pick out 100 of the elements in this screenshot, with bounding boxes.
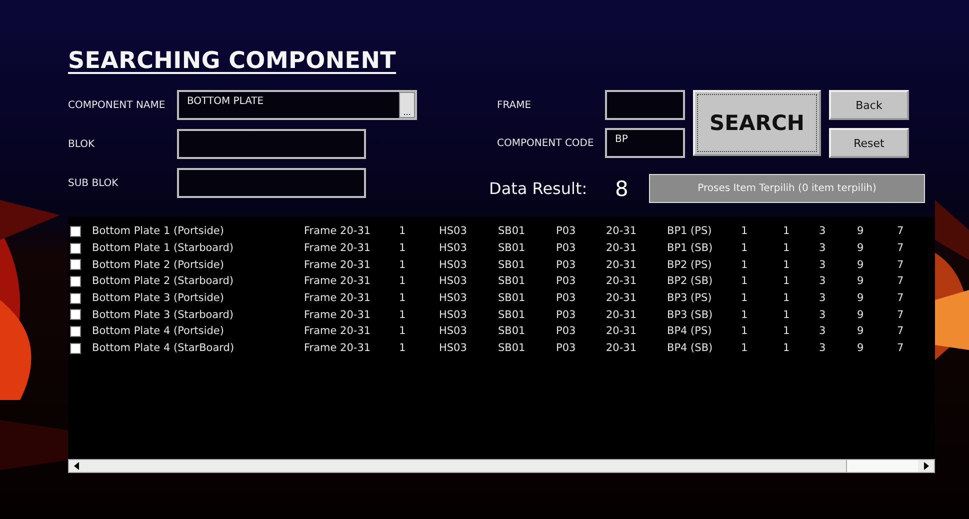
table-cell-text: 20-31 xyxy=(606,292,638,304)
left-arrow-icon[interactable] xyxy=(74,462,80,470)
table-cell-text: 1 xyxy=(741,242,749,254)
table-cell-text: SB01 xyxy=(498,242,526,254)
table-cell-text: P03 xyxy=(556,258,577,271)
table-cell-text: 1 xyxy=(783,225,791,238)
text-field[interactable] xyxy=(177,129,366,159)
table-cell-text: 3 xyxy=(819,325,827,338)
table-cell-text: 9 xyxy=(857,325,865,338)
table-cell-text: 20-31 xyxy=(606,225,638,238)
row-checkbox[interactable] xyxy=(70,309,81,320)
table-cell-text: Frame 20-31 xyxy=(304,325,372,338)
table-cell-text: BP4 (SB) xyxy=(667,342,714,354)
table-cell-text: 3 xyxy=(819,242,827,254)
table-cell-text: 9 xyxy=(857,275,865,288)
table-cell-text: HS03 xyxy=(439,342,468,354)
row-checkbox[interactable] xyxy=(70,276,81,287)
table-cell-text: BP4 (PS) xyxy=(667,325,713,338)
table-cell-text: 1 xyxy=(399,258,407,271)
table-cell-text: Frame 20-31 xyxy=(304,342,372,354)
table-cell-text: 1 xyxy=(399,342,407,354)
table-cell-text: Bottom Plate 4 (Portside) xyxy=(92,325,225,338)
table-cell-text: 1 xyxy=(783,275,791,288)
table-cell-text: Bottom Plate 2 (Starboard) xyxy=(92,275,235,288)
table-cell-text: SB01 xyxy=(498,292,526,304)
row-checkbox[interactable] xyxy=(70,226,81,237)
table-cell-text: 1 xyxy=(741,225,749,238)
table-cell-text: 1 xyxy=(783,292,791,304)
back-button[interactable]: Back xyxy=(829,90,909,120)
result-label: Data Result: xyxy=(489,179,588,198)
table-cell-text: Bottom Plate 3 (Starboard) xyxy=(92,308,235,321)
table-cell-text: Frame 20-31 xyxy=(304,225,372,238)
table-cell-text: HS03 xyxy=(439,242,468,254)
table-cell-text: BP1 (PS) xyxy=(667,225,713,238)
search-button[interactable]: SEARCH xyxy=(693,90,821,156)
table-cell-text: BP3 (PS) xyxy=(667,292,713,304)
table-cell-text: 20-31 xyxy=(606,308,638,321)
table-cell-text: 1 xyxy=(783,242,791,254)
table-cell-text: 7 xyxy=(897,292,905,304)
table-cell-text: 1 xyxy=(783,342,791,354)
table-cell-text: 20-31 xyxy=(606,275,638,288)
table-cell-text: HS03 xyxy=(439,258,468,271)
table-cell-text: P03 xyxy=(556,325,577,338)
table-cell-text: 1 xyxy=(741,308,749,321)
row-checkbox[interactable] xyxy=(70,326,81,337)
row-checkbox[interactable] xyxy=(70,259,81,270)
table-cell-text: 1 xyxy=(741,275,749,288)
table-cell-text: 9 xyxy=(857,342,865,354)
field-label: COMPONENT CODE xyxy=(497,138,595,148)
table-cell-text: BP3 (SB) xyxy=(667,308,714,321)
right-arrow-icon[interactable] xyxy=(923,462,929,470)
text-field[interactable]: BOTTOM PLATE ... xyxy=(177,90,417,120)
field-label: FRAME xyxy=(497,100,532,110)
table-cell-text: 1 xyxy=(399,275,407,288)
table-cell-text: 7 xyxy=(897,342,905,354)
table-cell-text: BP2 (SB) xyxy=(667,275,714,288)
table-cell-text: 1 xyxy=(741,342,749,354)
table-cell-text: 3 xyxy=(819,258,827,271)
table-cell-text: 1 xyxy=(741,258,749,271)
table-cell-text: HS03 xyxy=(439,275,468,288)
result-count: 8 xyxy=(615,176,630,200)
text-field[interactable]: BP xyxy=(605,128,685,158)
table-cell-text: P03 xyxy=(556,308,577,321)
table-cell-text: 20-31 xyxy=(606,258,638,271)
table-cell-text: 9 xyxy=(857,308,865,321)
browse-button[interactable]: ... xyxy=(399,92,415,118)
table-cell-text: 9 xyxy=(857,225,865,238)
table-cell-text: SB01 xyxy=(498,275,526,288)
row-checkbox[interactable] xyxy=(70,242,81,254)
table-cell-text: 3 xyxy=(819,292,827,304)
table-cell-text: 1 xyxy=(399,225,407,238)
table-cell-text: Frame 20-31 xyxy=(304,292,372,304)
table-cell-text: SB01 xyxy=(498,258,526,271)
table-cell-text: 3 xyxy=(819,342,827,354)
table-cell-text: 7 xyxy=(897,225,905,238)
table-cell-text: 7 xyxy=(897,275,905,288)
text-field[interactable] xyxy=(605,90,685,120)
table-cell-text: 1 xyxy=(399,325,407,338)
row-checkbox[interactable] xyxy=(70,342,81,354)
table-cell-text: Bottom Plate 3 (Portside) xyxy=(92,292,225,304)
table-cell-text: Bottom Plate 4 (StarBoard) xyxy=(92,342,236,354)
table-cell-text: HS03 xyxy=(439,308,468,321)
table-cell-text: P03 xyxy=(556,342,577,354)
table-cell-text: 7 xyxy=(897,242,905,254)
horizontal-scrollbar[interactable] xyxy=(68,459,935,473)
table-cell-text: 1 xyxy=(741,325,749,338)
table-cell-text: 3 xyxy=(819,308,827,321)
table-cell-text: BP2 (PS) xyxy=(667,258,713,271)
reset-button[interactable]: Reset xyxy=(829,128,909,158)
table-cell-text: P03 xyxy=(556,225,577,238)
table-cell-text: SB01 xyxy=(498,325,526,338)
table-cell-text: 3 xyxy=(819,275,827,288)
row-checkbox[interactable] xyxy=(70,292,81,304)
text-field[interactable] xyxy=(177,168,366,198)
table-cell-text: SB01 xyxy=(498,342,526,354)
field-label: SUB BLOK xyxy=(68,178,120,188)
table-cell-text: 20-31 xyxy=(606,242,638,254)
table-cell-text: 7 xyxy=(897,325,905,338)
table-cell-text: 20-31 xyxy=(606,325,638,338)
table-cell-text: 1 xyxy=(741,292,749,304)
